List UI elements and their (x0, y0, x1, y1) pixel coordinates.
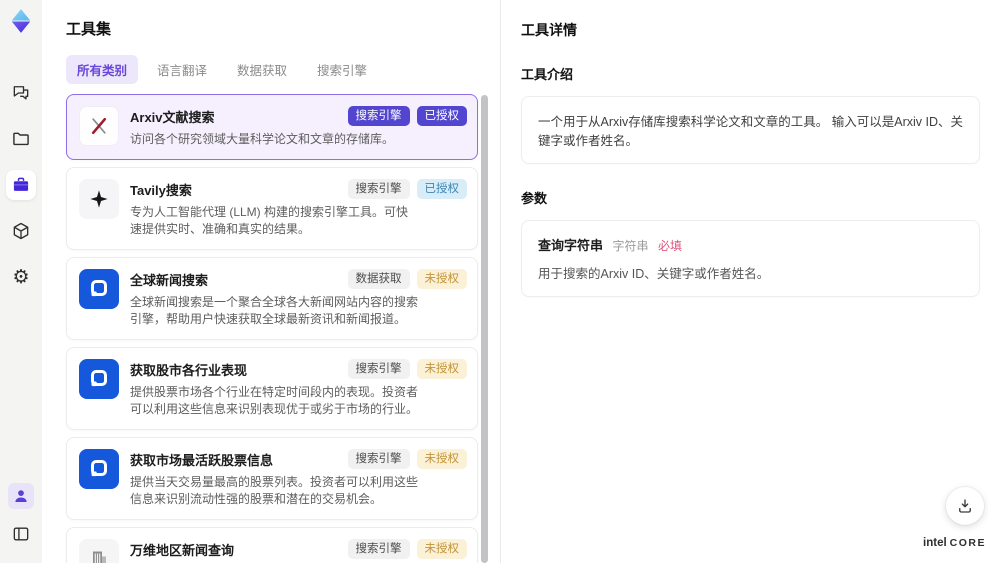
download-button[interactable] (946, 487, 984, 525)
left-rail: ⚙ (0, 0, 42, 563)
tool-list-panel: 工具集 所有类别 语言翻译 数据获取 搜索引擎 Arxiv文献搜索 访问各个研究… (42, 0, 500, 563)
category-badge: 搜索引擎 (347, 359, 410, 379)
auth-status-badge: 未授权 (416, 359, 467, 379)
tool-card-stock-sectors[interactable]: 获取股市各行业表现 提供股票市场各个行业在特定时间段内的表现。投资者可以利用这些… (66, 347, 478, 430)
sidebar-item-models[interactable] (6, 216, 36, 246)
auth-status-badge: 未授权 (416, 449, 467, 469)
tab-data-fetch[interactable]: 数据获取 (226, 55, 298, 84)
panel-toggle-button[interactable] (6, 519, 36, 549)
gear-icon: ⚙ (12, 265, 30, 288)
tool-badges: 搜索引擎 已授权 (347, 106, 467, 126)
sidebar-item-tools[interactable] (6, 170, 36, 200)
rail-bottom (6, 483, 36, 549)
tool-badges: 搜索引擎 未授权 (347, 449, 467, 469)
app-window: ⚙ 工具集 所有类别 语言翻译 数据获取 搜索引擎 Arxiv文献搜索 访问各个… (0, 0, 1000, 563)
intro-heading: 工具介绍 (521, 67, 574, 82)
auth-status-badge: 未授权 (416, 539, 467, 559)
tab-all-categories[interactable]: 所有类别 (66, 55, 139, 84)
cube-icon (13, 222, 29, 240)
tab-language-translation[interactable]: 语言翻译 (146, 55, 218, 84)
tool-card-regional-news[interactable]: 万维地区新闻查询 查询具体行政区划内的新闻，快速了解各地新闻动 搜索引擎 未授权 (66, 527, 478, 563)
tool-card-global-news[interactable]: 全球新闻搜索 全球新闻搜索是一个聚合全球各大新闻网站内容的搜索引擎，帮助用户快速… (66, 257, 478, 340)
user-icon (15, 490, 27, 502)
tool-desc: 全球新闻搜索是一个聚合全球各大新闻网站内容的搜索引擎，帮助用户快速获取全球最新资… (130, 295, 419, 326)
intel-core-logo: intel CORE (923, 537, 986, 549)
rail-nav: ⚙ (6, 78, 36, 292)
category-badge: 搜索引擎 (347, 449, 410, 469)
tool-list: Arxiv文献搜索 访问各个研究领域大量科学论文和文章的存储库。 搜索引擎 已授… (66, 94, 478, 563)
news-blue-logo-icon (79, 449, 119, 489)
tool-desc: 提供当天交易量最高的股票列表。投资者可以利用这些信息来识别流动性强的股票和潜在的… (130, 475, 419, 506)
tool-card-arxiv[interactable]: Arxiv文献搜索 访问各个研究领域大量科学论文和文章的存储库。 搜索引擎 已授… (66, 94, 478, 160)
news-blue-logo-icon (79, 269, 119, 309)
params-heading: 参数 (521, 191, 548, 206)
panel-toggle-icon (13, 527, 29, 541)
category-badge: 搜索引擎 (347, 179, 410, 199)
tool-badges: 搜索引擎 未授权 (347, 359, 467, 379)
toolbox-icon (13, 177, 29, 191)
user-avatar[interactable] (8, 483, 34, 509)
tool-desc: 访问各个研究领域大量科学论文和文章的存储库。 (130, 132, 395, 146)
page-title: 工具集 (66, 21, 112, 38)
app-logo-icon (11, 9, 31, 33)
tool-desc: 提供股票市场各个行业在特定时间段内的表现。投资者可以利用这些信息来识别表现优于或… (130, 385, 419, 416)
param-type: 字符串 (612, 239, 649, 253)
intro-text: 一个用于从Arxiv存储库搜索科学论文和文章的工具。 输入可以是Arxiv ID… (538, 115, 964, 148)
folder-icon (13, 132, 29, 146)
tool-card-tavily[interactable]: Tavily搜索 专为人工智能代理 (LLM) 构建的搜索引擎工具。可快速提供实… (66, 167, 478, 250)
tavily-star-icon (79, 179, 119, 219)
news-blue-logo-icon (79, 359, 119, 399)
auth-status-badge: 已授权 (416, 179, 467, 199)
tool-badges: 搜索引擎 已授权 (347, 179, 467, 199)
download-icon (959, 499, 971, 513)
arxiv-logo-icon (79, 106, 119, 146)
param-desc: 用于搜索的Arxiv ID、关键字或作者姓名。 (538, 267, 770, 281)
tool-badges: 数据获取 未授权 (347, 269, 467, 289)
chat-icon (13, 86, 29, 100)
tool-detail-panel: 工具详情 工具介绍 一个用于从Arxiv存储库搜索科学论文和文章的工具。 输入可… (500, 0, 1000, 563)
building-news-icon (79, 539, 119, 563)
category-badge: 数据获取 (347, 269, 410, 289)
category-tabs: 所有类别 语言翻译 数据获取 搜索引擎 (66, 55, 500, 84)
tab-search-engine[interactable]: 搜索引擎 (306, 55, 378, 84)
tool-desc: 专为人工智能代理 (LLM) 构建的搜索引擎工具。可快速提供实时、准确和真实的结… (130, 205, 409, 236)
sidebar-item-files[interactable] (6, 124, 36, 154)
auth-status-badge: 已授权 (416, 106, 467, 126)
list-scrollbar[interactable] (481, 95, 488, 563)
tool-badges: 搜索引擎 未授权 (347, 539, 467, 559)
tool-card-active-stocks[interactable]: 获取市场最活跃股票信息 提供当天交易量最高的股票列表。投资者可以利用这些信息来识… (66, 437, 478, 520)
brand-intel-text: intel (923, 537, 947, 549)
param-header: 查询字符串 字符串 必填 (538, 235, 963, 254)
category-badge: 搜索引擎 (347, 106, 410, 126)
param-required-badge: 必填 (658, 239, 683, 253)
detail-title: 工具详情 (521, 22, 577, 38)
sidebar-item-chat[interactable] (6, 78, 36, 108)
category-badge: 搜索引擎 (347, 539, 410, 559)
sidebar-item-settings[interactable]: ⚙ (6, 262, 36, 292)
intro-card: 一个用于从Arxiv存储库搜索科学论文和文章的工具。 输入可以是Arxiv ID… (521, 96, 980, 164)
brand-core-text: CORE (949, 537, 986, 549)
param-card: 查询字符串 字符串 必填 用于搜索的Arxiv ID、关键字或作者姓名。 (521, 220, 980, 297)
param-name: 查询字符串 (538, 238, 604, 253)
auth-status-badge: 未授权 (416, 269, 467, 289)
